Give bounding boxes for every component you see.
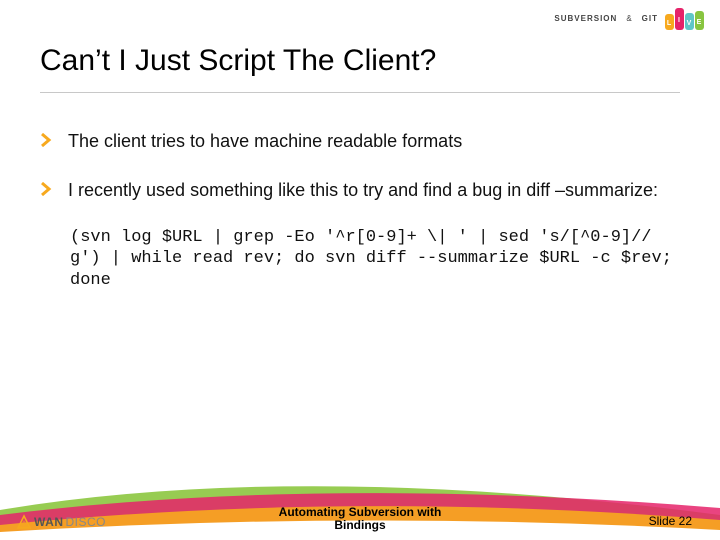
slide-number: Slide 22: [649, 514, 692, 528]
footer-title-line2: Bindings: [334, 518, 385, 532]
brand-subversion: SUBVERSION: [554, 14, 617, 23]
live-i: I: [675, 8, 684, 30]
live-l: L: [665, 14, 674, 30]
chevron-icon: [40, 133, 54, 147]
slide: SUBVERSION & GIT L I V E Can’t I Just Sc…: [0, 0, 720, 540]
footer-presentation-title: Automating Subversion with Bindings: [0, 506, 720, 532]
live-e: E: [695, 11, 704, 30]
slide-title: Can’t I Just Script The Client?: [40, 44, 680, 93]
chevron-icon: [40, 182, 54, 196]
bullet-item: I recently used something like this to t…: [40, 179, 680, 202]
bullet-text: I recently used something like this to t…: [68, 180, 658, 200]
footer-title-line1: Automating Subversion with: [279, 505, 442, 519]
bullet-text: The client tries to have machine readabl…: [68, 131, 462, 151]
live-logo: L I V E: [664, 6, 704, 30]
live-v: V: [685, 13, 694, 30]
slide-body: The client tries to have machine readabl…: [40, 130, 680, 291]
code-block: (svn log $URL | grep -Eo '^r[0-9]+ \| ' …: [40, 227, 680, 291]
header-brand: SUBVERSION & GIT L I V E: [554, 6, 704, 30]
brand-git: GIT: [642, 14, 658, 23]
brand-amp: &: [626, 14, 632, 23]
bullet-item: The client tries to have machine readabl…: [40, 130, 680, 153]
